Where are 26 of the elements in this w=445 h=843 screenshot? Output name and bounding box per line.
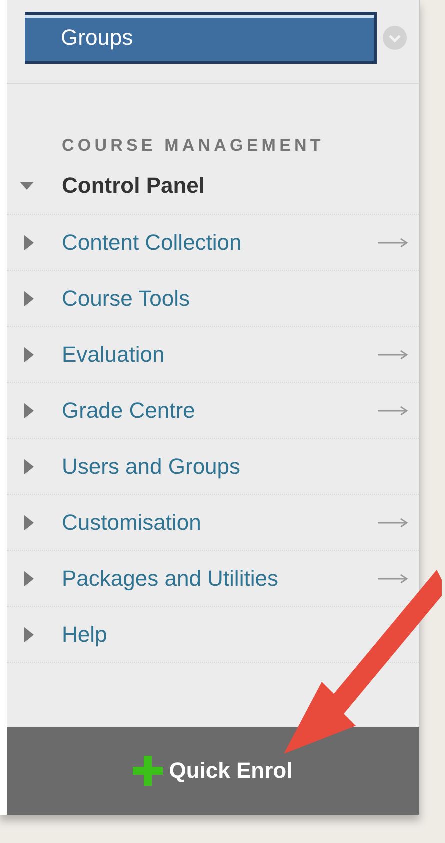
quick-enrol-button[interactable]: Quick Enrol xyxy=(7,727,419,815)
expand-triangle-icon[interactable] xyxy=(23,514,35,532)
expand-triangle-icon[interactable] xyxy=(23,290,35,308)
expand-triangle-icon[interactable] xyxy=(23,234,35,252)
control-panel-title[interactable]: Control Panel xyxy=(62,173,206,199)
arrow-right-icon[interactable] xyxy=(377,238,409,248)
groups-button[interactable]: Groups xyxy=(25,12,377,64)
menu-link[interactable]: Content Collection xyxy=(62,230,242,256)
menu-link[interactable]: Course Tools xyxy=(62,286,190,312)
menu-link[interactable]: Packages and Utilities xyxy=(62,566,278,592)
plus-icon xyxy=(133,756,164,786)
expand-triangle-icon[interactable] xyxy=(23,626,35,644)
section-heading: COURSE MANAGEMENT xyxy=(62,136,326,156)
arrow-right-icon[interactable] xyxy=(377,350,409,360)
expand-triangle-icon[interactable] xyxy=(23,346,35,364)
menu-link[interactable]: Users and Groups xyxy=(62,454,241,480)
arrow-right-icon[interactable] xyxy=(377,574,409,584)
arrow-right-icon[interactable] xyxy=(377,518,409,528)
expand-triangle-icon[interactable] xyxy=(23,570,35,588)
arrow-right-icon[interactable] xyxy=(377,406,409,416)
menu-link[interactable]: Customisation xyxy=(62,510,202,536)
expand-triangle-icon[interactable] xyxy=(23,458,35,476)
menu-link[interactable]: Grade Centre xyxy=(62,398,196,424)
expand-triangle-icon[interactable] xyxy=(23,402,35,420)
menu-link[interactable]: Evaluation xyxy=(62,342,165,368)
menu-link[interactable]: Help xyxy=(62,622,108,648)
